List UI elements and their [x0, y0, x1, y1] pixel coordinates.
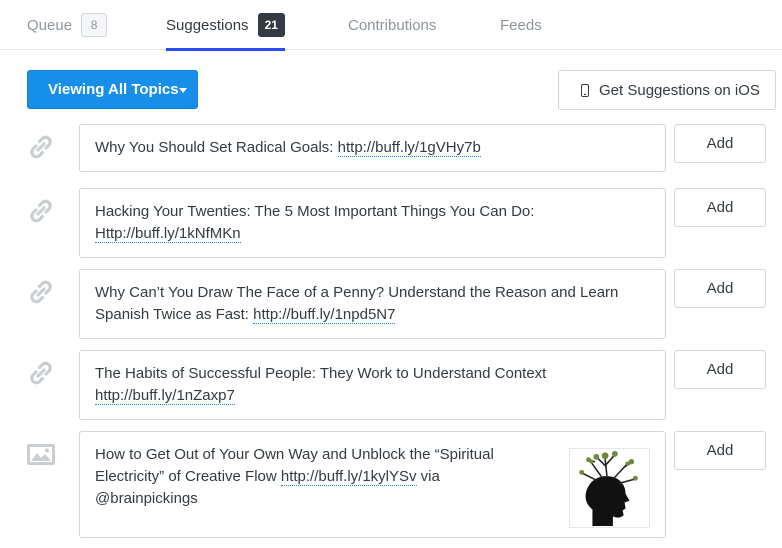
- add-button[interactable]: Add: [674, 269, 766, 308]
- add-button[interactable]: Add: [674, 124, 766, 163]
- suggestion-card[interactable]: Why You Should Set Radical Goals: http:/…: [79, 124, 666, 172]
- tab-feeds-label: Feeds: [500, 16, 542, 34]
- add-button[interactable]: Add: [674, 350, 766, 389]
- tab-feeds[interactable]: Feeds: [500, 0, 542, 50]
- suggestion-link[interactable]: http://buff.ly/1npd5N7: [253, 306, 396, 324]
- suggestion-link[interactable]: http://buff.ly/1nZaxp7: [95, 387, 235, 405]
- add-button[interactable]: Add: [674, 188, 766, 227]
- suggestion-link[interactable]: Http://buff.ly/1kNfMKn: [95, 225, 241, 243]
- topic-button-label: Viewing All Topics: [48, 81, 179, 98]
- get-suggestions-ios-button[interactable]: Get Suggestions on iOS: [558, 70, 776, 110]
- caret-down-icon: [179, 88, 187, 93]
- tab-bar: Queue 8 Suggestions 21 Contributions Fee…: [0, 0, 782, 51]
- ios-button-label: Get Suggestions on iOS: [599, 81, 760, 99]
- image-icon: [27, 444, 55, 465]
- head-tree-thumbnail: [569, 448, 650, 528]
- suggestion-card[interactable]: Why Can’t You Draw The Face of a Penny? …: [79, 269, 666, 339]
- suggestion-text: Hacking Your Twenties: The 5 Most Import…: [95, 203, 535, 220]
- suggestion-card[interactable]: How to Get Out of Your Own Way and Unblo…: [79, 431, 666, 538]
- suggestion-link[interactable]: http://buff.ly/1gVHy7b: [337, 139, 481, 157]
- link-icon: [30, 280, 52, 304]
- tab-suggestions-label: Suggestions: [166, 16, 249, 34]
- suggestion-text: Why You Should Set Radical Goals:: [95, 139, 338, 156]
- link-icon: [30, 199, 52, 223]
- add-button[interactable]: Add: [674, 431, 766, 470]
- viewing-all-topics-button[interactable]: Viewing All Topics: [27, 70, 198, 109]
- queue-count-badge: 8: [81, 13, 108, 37]
- tab-contributions[interactable]: Contributions: [348, 0, 436, 50]
- tab-suggestions[interactable]: Suggestions 21: [166, 0, 285, 51]
- suggestion-text: The Habits of Successful People: They Wo…: [95, 365, 547, 382]
- link-icon: [30, 135, 52, 159]
- tab-contributions-label: Contributions: [348, 16, 437, 34]
- tab-queue[interactable]: Queue 8: [27, 0, 108, 50]
- tab-queue-label: Queue: [27, 16, 73, 34]
- phone-icon: [581, 84, 589, 97]
- suggestion-link[interactable]: http://buff.ly/1kylYSv: [280, 468, 417, 486]
- suggestion-card[interactable]: Hacking Your Twenties: The 5 Most Import…: [79, 188, 666, 258]
- link-icon: [30, 361, 52, 385]
- suggestion-card[interactable]: The Habits of Successful People: They Wo…: [79, 350, 666, 420]
- suggestions-count-badge: 21: [257, 13, 285, 37]
